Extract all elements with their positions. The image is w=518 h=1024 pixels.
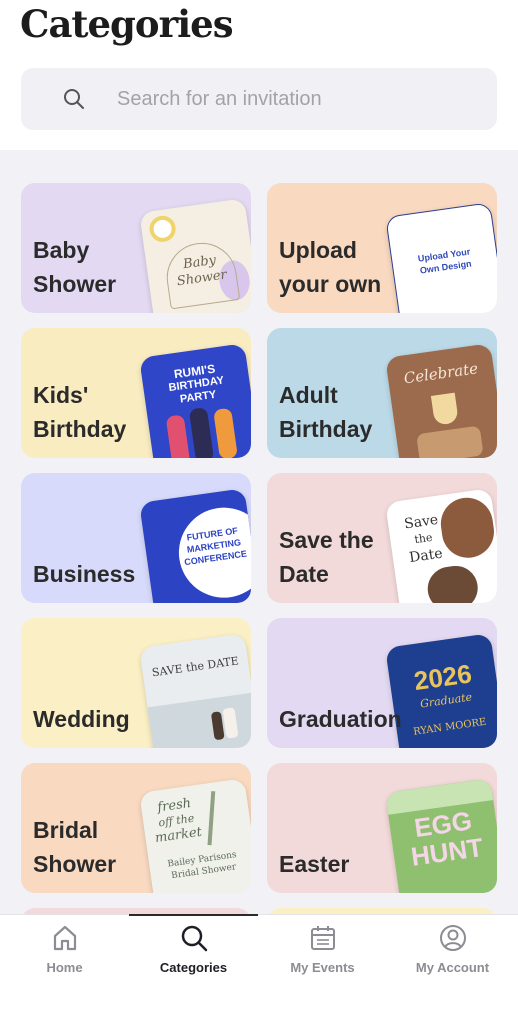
header: Categories	[0, 0, 518, 150]
category-card-adult-birthday[interactable]: Celebrate Adult Birthday	[267, 328, 497, 458]
category-label: Wedding	[33, 706, 130, 732]
upload-design-thumbnail: Upload Your Own Design	[385, 202, 497, 313]
thumb-text: Celebrate	[402, 359, 480, 388]
category-card-baby-shower[interactable]: Baby Shower Baby Shower	[21, 183, 251, 313]
bridal-shower-invitation-thumbnail: fresh off the market Bailey Parisons Bri…	[139, 778, 251, 893]
thumb-text: RYAN MOORE	[412, 716, 488, 738]
category-card-bridal-shower[interactable]: fresh off the market Bailey Parisons Bri…	[21, 763, 251, 893]
tab-home[interactable]: Home	[0, 915, 129, 995]
category-card-business[interactable]: FUTURE OF MARKETING CONFERENCE Business	[21, 473, 251, 603]
search-icon	[64, 89, 84, 109]
category-label: Bridal Shower	[33, 817, 117, 877]
category-label: Adult Birthday	[279, 382, 373, 442]
category-label: Baby Shower	[33, 237, 117, 297]
category-label: Easter	[279, 851, 350, 877]
easter-invitation-thumbnail: EGG HUNT	[385, 778, 497, 893]
tab-label: My Account	[415, 960, 490, 975]
bottom-tab-bar: Home Categories My Events My Account	[0, 914, 518, 1024]
category-card-graduation[interactable]: 2026 Graduate RYAN MOORE Graduation	[267, 618, 497, 748]
baby-shower-invitation-thumbnail: Baby Shower	[139, 198, 251, 313]
graduation-invitation-thumbnail: 2026 Graduate RYAN MOORE	[385, 633, 497, 748]
category-card-save-the-date[interactable]: Save the Date Save the Date	[267, 473, 497, 603]
wedding-invitation-thumbnail: SAVE the DATE	[139, 633, 251, 748]
category-label: Kids' Birthday	[33, 382, 127, 442]
category-label: Save the Date	[279, 527, 374, 587]
page-title: Categories	[20, 2, 234, 46]
category-label: Graduation	[279, 706, 402, 732]
search-icon	[181, 925, 207, 952]
search-bar[interactable]	[21, 68, 497, 130]
category-card-kids-birthday[interactable]: RUMI'S BIRTHDAY PARTY Kids' Birthday	[21, 328, 251, 458]
home-icon	[53, 925, 76, 951]
category-card-upload-your-own[interactable]: Upload Your Own Design Upload your own	[267, 183, 497, 313]
tab-my-events[interactable]: My Events	[258, 915, 387, 995]
category-grid: Baby Shower Baby Shower Upload Your Own …	[0, 150, 518, 914]
save-the-date-invitation-thumbnail: Save the Date	[385, 488, 497, 603]
kids-birthday-invitation-thumbnail: RUMI'S BIRTHDAY PARTY	[139, 343, 251, 458]
category-card-easter[interactable]: EGG HUNT Easter	[267, 763, 497, 893]
category-label: Upload your own	[279, 237, 382, 297]
calendar-icon	[310, 926, 335, 950]
tab-label: Home	[46, 960, 83, 975]
category-card-wedding[interactable]: SAVE the DATE Wedding	[21, 618, 251, 748]
category-label: Business	[33, 561, 136, 587]
tab-label: Categories	[159, 960, 228, 975]
search-input[interactable]	[117, 82, 477, 116]
business-invitation-thumbnail: FUTURE OF MARKETING CONFERENCE	[139, 488, 251, 603]
tab-my-account[interactable]: My Account	[388, 915, 517, 995]
tab-label: My Events	[290, 960, 355, 975]
adult-birthday-invitation-thumbnail: Celebrate	[385, 343, 497, 458]
tab-categories[interactable]: Categories	[129, 914, 258, 995]
thumb-text: SAVE the DATE	[151, 654, 240, 680]
account-icon	[439, 925, 466, 951]
